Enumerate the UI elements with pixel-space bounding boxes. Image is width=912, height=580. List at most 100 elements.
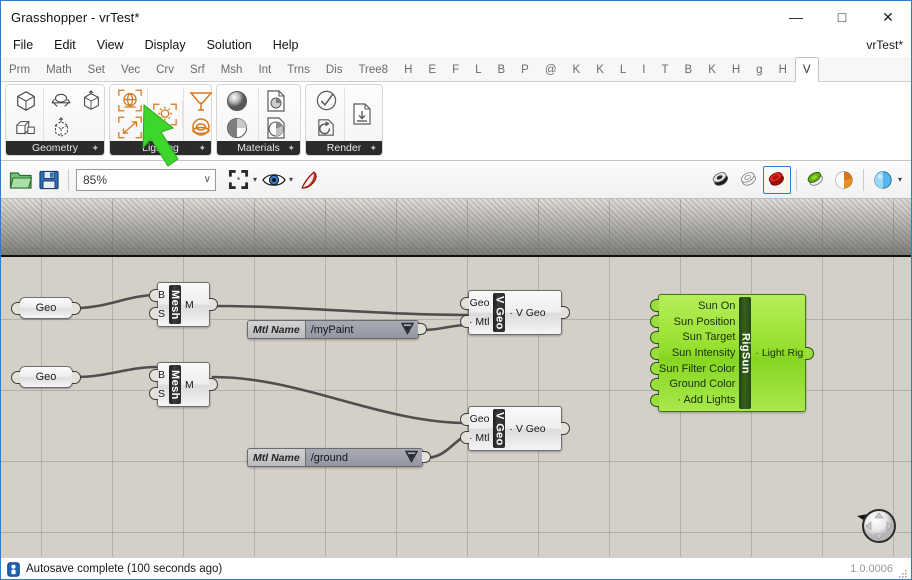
tab-l-14[interactable]: L	[467, 57, 489, 81]
spot-light-icon[interactable]	[186, 87, 216, 114]
mtl1-panel[interactable]: Mtl Name /myPaint	[247, 320, 419, 339]
tab-b-15[interactable]: B	[490, 57, 514, 81]
sun-light-icon[interactable]	[150, 101, 180, 128]
box-corner-icon[interactable]	[76, 87, 106, 114]
tab-b-23[interactable]: B	[677, 57, 701, 81]
rigsun-left-nub-4[interactable]	[650, 362, 659, 376]
maximize-button[interactable]: □	[819, 1, 865, 33]
tab-t-22[interactable]: T	[653, 57, 676, 81]
vray-render-black-icon[interactable]	[707, 166, 735, 194]
tab-h-25[interactable]: H	[724, 57, 748, 81]
tab-e-12[interactable]: E	[420, 57, 444, 81]
ribbon-group-label-materials[interactable]: Materials ✦	[217, 141, 300, 155]
box-geometry-icon[interactable]	[11, 87, 41, 114]
mesh2-body[interactable]: B S Mesh M	[157, 362, 210, 407]
tab-g-26[interactable]: g	[748, 57, 770, 81]
rigsun-output-light-rig[interactable]: · Light Rig	[755, 347, 803, 359]
node-mtl-name-panel-2[interactable]: Mtl Name /ground	[247, 448, 431, 467]
sphere-light-icon[interactable]	[186, 114, 216, 141]
menu-item-view[interactable]: View	[88, 36, 133, 54]
vgeo1-input-geo[interactable]: Geo	[470, 297, 490, 309]
tab-prm-0[interactable]: Prm	[1, 57, 38, 81]
fit-dropdown-caret-icon[interactable]: ▾	[253, 175, 257, 184]
tab-set-2[interactable]: Set	[80, 57, 113, 81]
rigsun-input-ground-color[interactable]: Ground Color	[669, 378, 735, 390]
mesh-plane-icon[interactable]	[46, 87, 76, 114]
node-mesh-component-2[interactable]: B S Mesh M	[149, 362, 218, 407]
mesh2-output-m[interactable]: M	[185, 379, 194, 391]
tab-tree8-10[interactable]: Tree8	[350, 57, 396, 81]
mesh1-output-m[interactable]: M	[185, 299, 194, 311]
rigsun-input-sun-target[interactable]: Sun Target	[682, 331, 735, 343]
tab-p-16[interactable]: P	[513, 57, 537, 81]
tab-srf-5[interactable]: Srf	[182, 57, 213, 81]
render-save-icon[interactable]	[347, 101, 377, 128]
ribbon-group-label-lighting[interactable]: Lighting ✦	[110, 141, 211, 155]
lighting-expand-icon[interactable]: ✦	[198, 143, 206, 154]
param-body[interactable]: Geo	[19, 366, 73, 388]
ribbon-group-label-render[interactable]: Render ✦	[306, 141, 382, 155]
close-button[interactable]: ✕	[865, 1, 911, 33]
rigsun-left-nub-1[interactable]	[650, 315, 659, 329]
geo2-input-port[interactable]	[11, 370, 20, 384]
vgeo1-output-vgeo[interactable]: · V Geo	[509, 307, 545, 319]
fit-to-view-icon[interactable]: *	[224, 166, 252, 194]
tab-math-1[interactable]: Math	[38, 57, 80, 81]
node-vgeo-component-2[interactable]: Geo · Mtl V Geo · V Geo	[460, 406, 570, 451]
tab-i-21[interactable]: I	[634, 57, 653, 81]
param-body[interactable]: Geo	[19, 297, 73, 319]
mesh2-input-s[interactable]: S	[158, 388, 165, 400]
rigsun-input-sun-position[interactable]: Sun Position	[674, 316, 736, 328]
materials-expand-icon[interactable]: ✦	[287, 143, 295, 154]
menu-item-display[interactable]: Display	[136, 36, 195, 54]
tab-msh-6[interactable]: Msh	[213, 57, 251, 81]
zoom-level-combobox[interactable]: 85% ∨	[76, 168, 216, 191]
rigsun-input-sun-on[interactable]: Sun On	[698, 300, 735, 312]
mtl2-value-field[interactable]: /ground	[305, 449, 422, 466]
node-geo-param-1[interactable]: Geo	[11, 297, 81, 319]
vgeo2-body[interactable]: Geo · Mtl V Geo · V Geo	[468, 406, 562, 451]
view-compass-icon[interactable]	[855, 503, 899, 547]
node-mesh-component-1[interactable]: B S Mesh M	[149, 282, 218, 327]
menu-item-solution[interactable]: Solution	[198, 36, 261, 54]
mesh2-left-nub-0[interactable]	[149, 368, 158, 382]
vray-material-blue-icon[interactable]	[869, 166, 897, 194]
tab-v-28[interactable]: V	[794, 57, 819, 82]
material-dropdown-caret-icon[interactable]: ▾	[898, 175, 902, 184]
tab-crv-4[interactable]: Crv	[148, 57, 182, 81]
mesh1-input-s[interactable]: S	[158, 308, 165, 320]
mesh1-body[interactable]: B S Mesh M	[157, 282, 210, 327]
menu-item-file[interactable]: File	[4, 36, 42, 54]
mesh1-left-nub-0[interactable]	[149, 288, 158, 302]
mesh1-left-nub-1[interactable]	[149, 307, 158, 321]
resize-gripper-icon[interactable]	[898, 566, 908, 578]
ribbon-group-label-geometry[interactable]: Geometry ✦	[6, 141, 104, 155]
open-file-icon[interactable]	[7, 166, 35, 194]
multi-box-icon[interactable]	[11, 114, 41, 141]
tab-k-18[interactable]: K	[565, 57, 589, 81]
tab-h-27[interactable]: H	[771, 57, 795, 81]
ies-light-icon[interactable]	[115, 114, 145, 141]
vgeo1-input-mtl[interactable]: · Mtl	[469, 316, 489, 328]
material-half-icon[interactable]	[222, 114, 252, 141]
grasshopper-canvas[interactable]: Geo B S Mesh M Mtl Name /myPaint Geo · M…	[1, 199, 911, 557]
mtl2-dropdown-icon[interactable]	[404, 450, 419, 465]
vray-render-red-icon[interactable]	[762, 165, 791, 194]
tab-f-13[interactable]: F	[444, 57, 467, 81]
bake-icon[interactable]	[296, 166, 324, 194]
rigsun-left-nub-6[interactable]	[650, 393, 659, 407]
minimize-button[interactable]: —	[773, 1, 819, 33]
geometry-expand-icon[interactable]: ✦	[91, 143, 99, 154]
rigsun-left-nub-2[interactable]	[650, 330, 659, 344]
mtl1-value-field[interactable]: /myPaint	[305, 321, 418, 338]
node-geo-param-2[interactable]: Geo	[11, 366, 81, 388]
rigsun-input-sun-intensity[interactable]: Sun Intensity	[672, 347, 736, 359]
rigsun-left-nub-5[interactable]	[650, 377, 659, 391]
vgeo1-left-nub-0[interactable]	[460, 296, 469, 310]
render-expand-icon[interactable]: ✦	[369, 143, 377, 154]
tab-dis-9[interactable]: Dis	[318, 57, 351, 81]
vray-render-white-icon[interactable]	[735, 166, 763, 194]
tab-l-20[interactable]: L	[612, 57, 634, 81]
rigsun-left-nub-3[interactable]	[650, 346, 659, 360]
vgeo2-left-nub-1[interactable]	[460, 431, 469, 445]
